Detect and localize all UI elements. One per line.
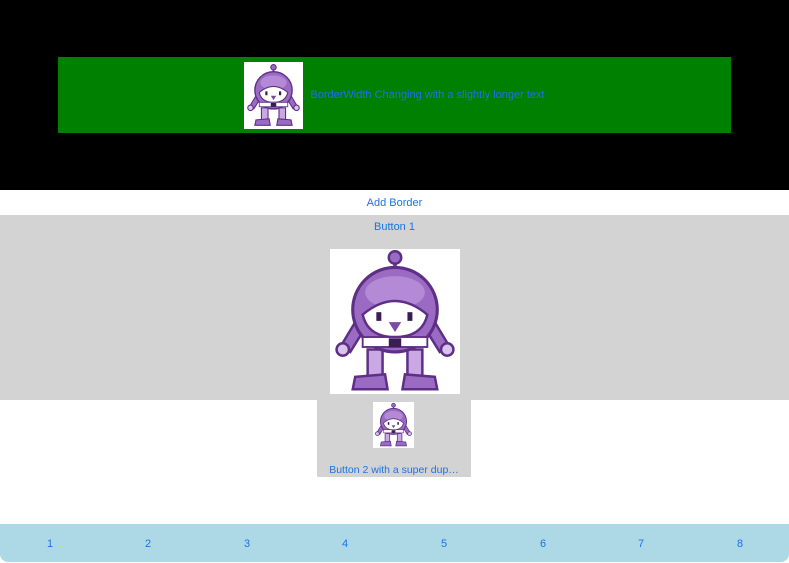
border-width-button-label: BorderWidth Changing with a slightly lon… [310,89,545,101]
tab-4[interactable]: 4 [325,538,365,550]
tab-3[interactable]: 3 [227,538,267,550]
tab-6[interactable]: 6 [523,538,563,550]
tab-5[interactable]: 5 [424,538,464,550]
tab-8[interactable]: 8 [720,538,760,550]
robot-mascot-icon [244,61,304,129]
button2[interactable]: Button 2 with a super dup… [317,400,471,477]
top-panel: BorderWidth Changing with a slightly lon… [0,0,789,190]
button2-label: Button 2 with a super dup… [329,464,459,476]
add-border-button[interactable]: Add Border [0,197,789,209]
robot-mascot-icon[interactable] [330,249,460,394]
tab-1[interactable]: 1 [30,538,70,550]
tab-2[interactable]: 2 [128,538,168,550]
button1-label[interactable]: Button 1 [0,221,789,233]
tab-bar: 1 2 3 4 5 6 7 8 [0,524,789,562]
tab-7[interactable]: 7 [621,538,661,550]
robot-mascot-icon [373,402,414,448]
border-width-button[interactable]: BorderWidth Changing with a slightly lon… [58,57,731,133]
